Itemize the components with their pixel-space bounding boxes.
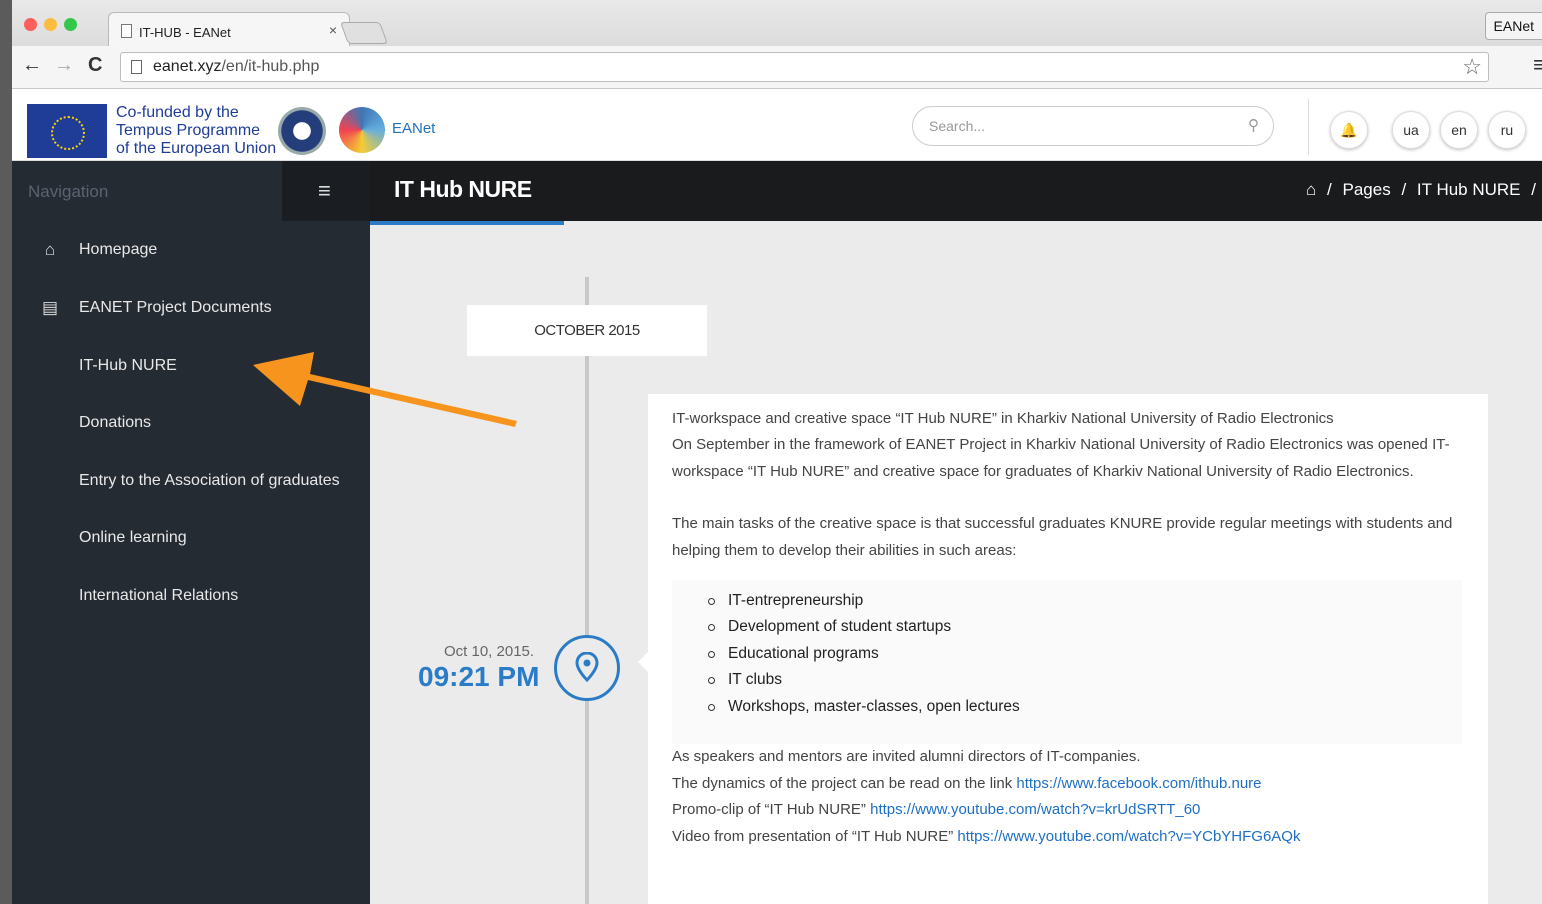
lang-ru-button[interactable]: ru	[1488, 111, 1526, 149]
site-header: Co-funded by the Tempus Programme of the…	[12, 89, 1542, 161]
sidebar-item-label: Homepage	[79, 241, 158, 258]
page-icon	[121, 24, 132, 38]
post-link-line: The dynamics of the project can be read …	[672, 771, 1472, 798]
sidebar-toggle-button[interactable]: ≡	[282, 161, 370, 221]
tab-close-icon[interactable]: ×	[329, 22, 337, 38]
sidebar-item-label: Online learning	[79, 529, 187, 546]
notifications-bell-icon[interactable]: 🔔	[1330, 111, 1368, 149]
tab-bar: IT-HUB - EANet × EANet	[12, 0, 1542, 47]
eu-line-1: Co-funded by the	[116, 104, 239, 121]
url-path: /en/it-hub.php	[221, 58, 320, 75]
sidebar-item-documents[interactable]: ▤ EANET Project Documents	[12, 289, 370, 329]
breadcrumb-separator: /	[1327, 180, 1332, 199]
breadcrumb-separator: /	[1401, 180, 1407, 199]
eu-line-2: Tempus Programme	[116, 122, 261, 139]
lang-ua-button[interactable]: ua	[1392, 111, 1430, 149]
home-icon[interactable]: ⌂	[1306, 180, 1316, 199]
sidebar-item-label: International Relations	[79, 587, 239, 604]
sidebar-item-label: Donations	[79, 414, 152, 431]
breadcrumb: ⌂ / Pages / IT Hub NURE /	[1300, 180, 1536, 200]
title-accent-bar	[370, 221, 564, 225]
header-divider	[1308, 99, 1309, 155]
list-item: Workshops, master-classes, open lectures	[708, 698, 1020, 715]
sidebar: Navigation ≡ ⌂ Homepage ▤ EANET Project …	[12, 161, 370, 904]
list-item: IT clubs	[708, 671, 782, 688]
sidebar-item-association[interactable]: Entry to the Association of graduates	[12, 462, 370, 502]
eanet-globe-logo[interactable]	[339, 107, 385, 153]
website: Co-funded by the Tempus Programme of the…	[12, 89, 1542, 904]
eu-funding-text: Co-funded by the Tempus Programme of the…	[116, 104, 276, 158]
search-input[interactable]: Search... ⚲	[912, 106, 1274, 146]
sidebar-item-online-learning[interactable]: Online learning	[12, 519, 370, 559]
bookmark-star-icon[interactable]: ☆	[1462, 54, 1482, 80]
areas-list: IT-entrepreneurship Development of stude…	[672, 580, 1462, 744]
breadcrumb-separator: /	[1531, 180, 1536, 199]
timeline-line	[585, 277, 589, 904]
presentation-video-link[interactable]: https://www.youtube.com/watch?v=YCbYHFG6…	[957, 828, 1300, 845]
hamburger-icon: ≡	[318, 178, 331, 203]
lang-en-button[interactable]: en	[1440, 111, 1478, 149]
link-prefix: The dynamics of the project can be read …	[672, 775, 1017, 792]
address-bar[interactable]: eanet.xyz/en/it-hub.php ☆	[120, 52, 1489, 82]
url-text: eanet.xyz/en/it-hub.php	[153, 58, 319, 76]
promo-video-link[interactable]: https://www.youtube.com/watch?v=krUdSRTT…	[870, 801, 1200, 818]
sidebar-item-label: IT-Hub NURE	[79, 357, 177, 374]
browser-window: IT-HUB - EANet × EANet ← → C eanet.xyz/e…	[12, 0, 1542, 904]
breadcrumb-current: IT Hub NURE	[1416, 180, 1521, 199]
eu-flag-logo	[27, 104, 107, 158]
post-link-line: Video from presentation of “IT Hub NURE”…	[672, 824, 1472, 851]
sidebar-header: Navigation ≡	[12, 161, 370, 221]
close-window-button[interactable]	[24, 18, 37, 31]
profile-button[interactable]: EANet	[1484, 12, 1542, 40]
search-placeholder: Search...	[929, 118, 986, 134]
new-tab-button[interactable]	[339, 22, 389, 44]
eu-line-3: of the European Union	[116, 140, 277, 157]
list-item: Development of student startups	[707, 618, 952, 635]
maximize-window-button[interactable]	[64, 18, 77, 31]
list-item: Educational programs	[708, 645, 879, 662]
sidebar-heading: Navigation	[28, 182, 109, 201]
link-prefix: Video from presentation of “IT Hub NURE”	[672, 828, 958, 845]
timeline-month-label: OCTOBER 2015	[467, 305, 707, 356]
post-heading-text: IT-workspace and creative space “IT Hub …	[672, 410, 1334, 427]
post-date: Oct 10, 2015.	[444, 643, 535, 660]
back-arrow-icon[interactable]: ←	[22, 54, 42, 77]
post-paragraph: On September in the framework of EANET P…	[672, 436, 1450, 480]
page-icon	[131, 60, 142, 74]
page-title: IT Hub NURE	[394, 176, 532, 202]
location-pin-icon	[554, 635, 620, 701]
sidebar-item-label: Entry to the Association of graduates	[79, 472, 340, 489]
document-icon: ▤	[41, 298, 59, 317]
post-paragraph: The main tasks of the creative space is …	[672, 515, 1453, 559]
browser-menu-icon[interactable]: ≡	[1533, 52, 1542, 78]
page-title-bar: IT Hub NURE ⌂ / Pages / IT Hub NURE /	[370, 161, 1542, 221]
facebook-link[interactable]: https://www.facebook.com/ithub.nure	[1016, 775, 1261, 792]
link-prefix: Promo-clip of “IT Hub NURE”	[672, 801, 871, 818]
minimize-window-button[interactable]	[44, 18, 57, 31]
browser-toolbar: ← → C eanet.xyz/en/it-hub.php ☆ ≡	[12, 46, 1542, 89]
sidebar-item-donations[interactable]: Donations	[12, 404, 370, 444]
url-host: eanet.xyz	[153, 58, 222, 75]
list-item: IT-entrepreneurship	[707, 592, 864, 609]
tab-title: IT-HUB - EANet	[139, 25, 231, 40]
forward-arrow-icon[interactable]: →	[54, 54, 74, 77]
brand-link[interactable]: EANet	[392, 120, 435, 137]
sidebar-item-international-relations[interactable]: International Relations	[12, 577, 370, 617]
post-link-line: Promo-clip of “IT Hub NURE” https://www.…	[672, 797, 1472, 824]
post-paragraph: As speakers and mentors are invited alum…	[672, 748, 1141, 765]
post-time: 09:21 PM	[418, 661, 540, 692]
search-icon[interactable]: ⚲	[1248, 116, 1259, 134]
nure-logo	[278, 107, 326, 155]
browser-tab[interactable]: IT-HUB - EANet ×	[108, 12, 350, 47]
sidebar-item-homepage[interactable]: ⌂ Homepage	[12, 231, 370, 271]
timeline-post-card: IT-workspace and creative space “IT Hub …	[638, 394, 1488, 904]
breadcrumb-pages[interactable]: Pages	[1343, 180, 1391, 199]
sidebar-item-it-hub-nure[interactable]: IT-Hub NURE	[12, 347, 370, 387]
reload-icon[interactable]: C	[88, 54, 102, 77]
sidebar-item-label: EANET Project Documents	[79, 299, 272, 316]
home-icon: ⌂	[44, 240, 56, 259]
